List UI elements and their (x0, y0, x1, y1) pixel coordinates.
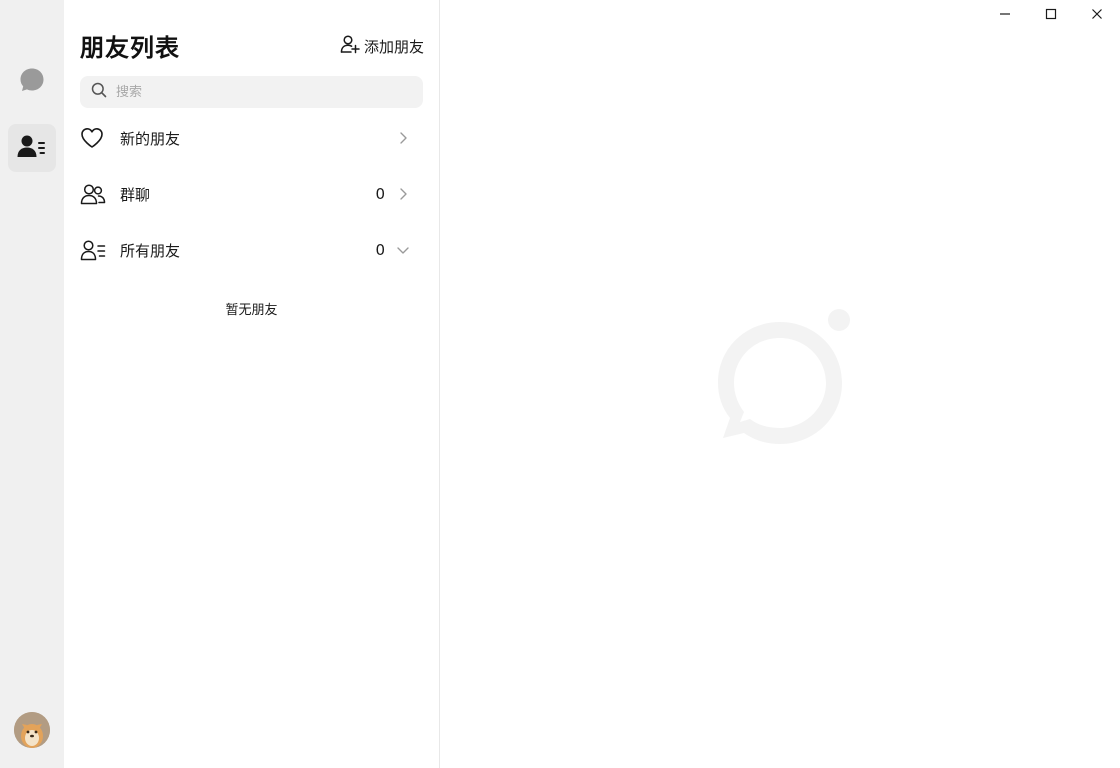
nav-contacts-button[interactable] (8, 124, 56, 172)
contacts-icon (17, 133, 47, 163)
heart-icon (80, 127, 112, 149)
app-logo-watermark-icon (718, 308, 854, 454)
maximize-icon (1045, 5, 1057, 24)
chevron-right-icon (395, 187, 411, 201)
add-user-icon (340, 34, 360, 58)
search-icon (91, 82, 107, 102)
add-friend-button[interactable]: 添加朋友 (340, 34, 424, 58)
add-friend-label: 添加朋友 (363, 37, 424, 56)
group-chats-count: 0 (375, 185, 385, 203)
list-item-new-friends[interactable]: 新的朋友 (80, 118, 423, 158)
main-content (440, 0, 1120, 768)
all-friends-label: 所有朋友 (120, 241, 181, 260)
list-item-all-friends[interactable]: 所有朋友 0 (80, 230, 423, 270)
maximize-button[interactable] (1028, 0, 1074, 28)
search-input[interactable] (114, 83, 418, 101)
chat-bubble-icon (19, 67, 45, 97)
list-item-group-chats[interactable]: 群聊 0 (80, 174, 423, 214)
close-icon (1091, 5, 1103, 24)
minimize-icon (999, 5, 1011, 24)
chevron-down-icon (395, 245, 411, 255)
avatar[interactable] (14, 712, 50, 748)
nav-rail (0, 0, 64, 768)
contacts-list-icon (80, 239, 112, 261)
all-friends-count: 0 (375, 241, 385, 259)
page-title: 朋友列表 (80, 34, 180, 62)
minimize-button[interactable] (982, 0, 1028, 28)
search-box[interactable] (80, 76, 423, 108)
chevron-right-icon (395, 131, 411, 145)
nav-chats-button[interactable] (8, 58, 56, 106)
group-chats-label: 群聊 (120, 185, 151, 204)
empty-friends-message: 暂无朋友 (225, 303, 278, 318)
group-icon (80, 183, 112, 205)
new-friends-label: 新的朋友 (120, 129, 181, 148)
app-window: 朋友列表 添加朋友 搜索 新的朋友 群聊 0 所有朋友 0 暂无朋友 (0, 0, 1120, 768)
close-button[interactable] (1074, 0, 1120, 28)
friends-panel: 朋友列表 添加朋友 搜索 新的朋友 群聊 0 所有朋友 0 暂无朋友 (64, 0, 440, 768)
